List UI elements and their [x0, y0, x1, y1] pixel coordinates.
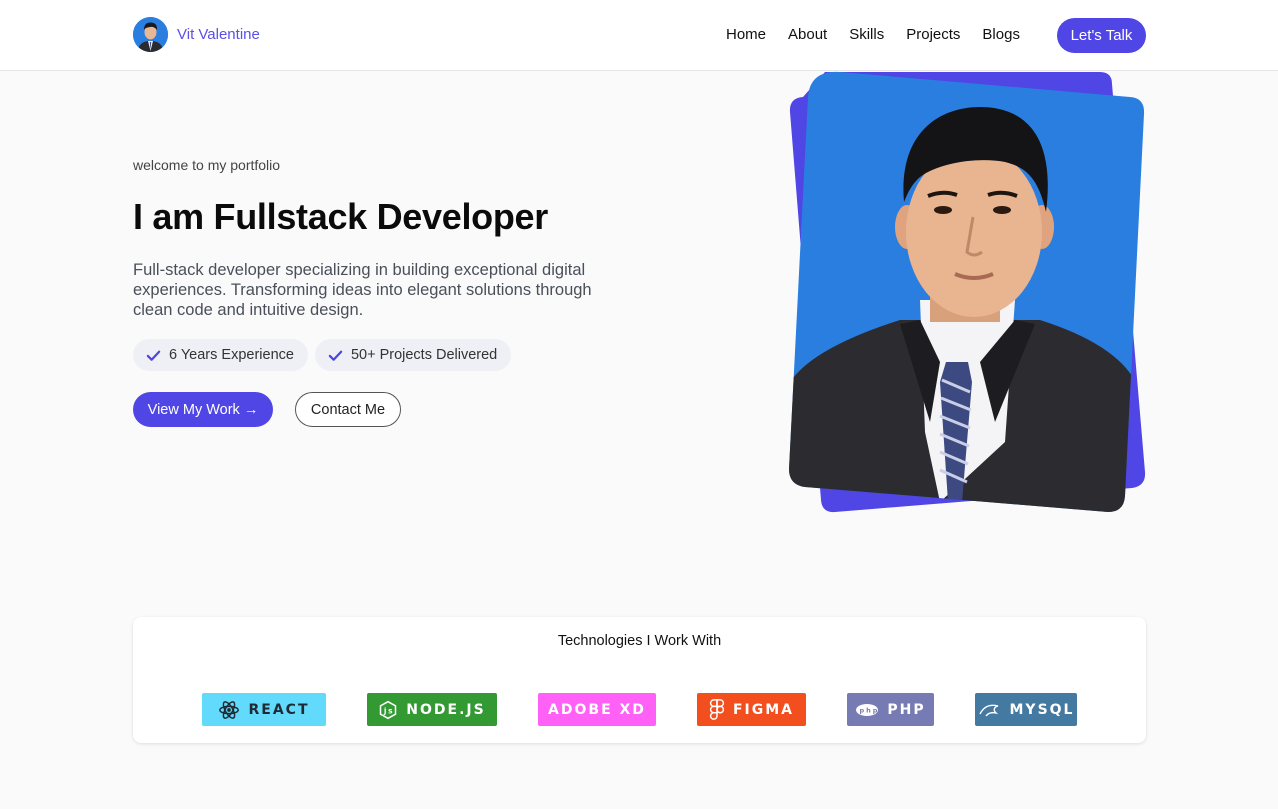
nav-home[interactable]: Home [726, 26, 766, 43]
welcome-text: welcome to my portfolio [133, 157, 281, 173]
avatar [133, 17, 168, 52]
site-header: Vit Valentine Home About Skills Projects… [0, 0, 1278, 71]
chip-projects: 50+ Projects Delivered [314, 339, 512, 371]
badge-mysql: MYSQL [975, 693, 1077, 726]
view-my-work-button[interactable]: View My Work → [133, 392, 273, 427]
contact-me-button[interactable]: Contact Me [295, 392, 401, 427]
badge-label: FIGMA [732, 701, 795, 718]
highlight-chips: 6 Years Experience 50+ Projects Delivere… [133, 339, 512, 371]
page-title: I am Fullstack Developer [133, 196, 548, 237]
badge-nodejs: js NODE.JS [367, 693, 497, 726]
badge-php: php PHP [847, 693, 934, 726]
badge-label: ADOBE XD [548, 701, 646, 718]
technologies-section: Technologies I Work With REACT js NODE.J… [133, 617, 1146, 743]
nav-about[interactable]: About [788, 26, 827, 43]
main-nav: Home About Skills Projects Blogs [726, 26, 1020, 43]
react-icon [219, 700, 240, 719]
svg-text:php: php [860, 706, 880, 714]
svg-text:js: js [383, 706, 394, 715]
nav-skills[interactable]: Skills [849, 26, 884, 43]
brand[interactable]: Vit Valentine [133, 17, 260, 52]
badge-label: PHP [887, 701, 926, 718]
hero-description: Full-stack developer specializing in bui… [133, 261, 592, 319]
badge-figma: FIGMA [697, 693, 806, 726]
check-icon [328, 350, 343, 361]
badge-adobe-xd: ADOBE XD [538, 693, 656, 726]
mysql-icon [978, 704, 998, 716]
figma-icon [709, 698, 725, 720]
technologies-title: Technologies I Work With [557, 633, 722, 649]
brand-name: Vit Valentine [177, 26, 260, 43]
badge-label: MYSQL [1009, 701, 1075, 718]
badge-label: NODE.JS [406, 701, 486, 718]
nav-blogs[interactable]: Blogs [982, 26, 1020, 43]
profile-portrait [780, 62, 1155, 522]
lets-talk-button[interactable]: Let's Talk [1057, 18, 1146, 53]
chip-label: 6 Years Experience [169, 347, 294, 363]
chip-label: 50+ Projects Delivered [350, 347, 498, 363]
nodejs-icon: js [380, 700, 397, 719]
nav-projects[interactable]: Projects [906, 26, 960, 43]
badge-react: REACT [202, 693, 326, 726]
chip-experience: 6 Years Experience [133, 339, 308, 371]
php-icon: php [856, 703, 880, 716]
check-icon [146, 350, 161, 361]
badge-label: REACT [248, 701, 310, 718]
